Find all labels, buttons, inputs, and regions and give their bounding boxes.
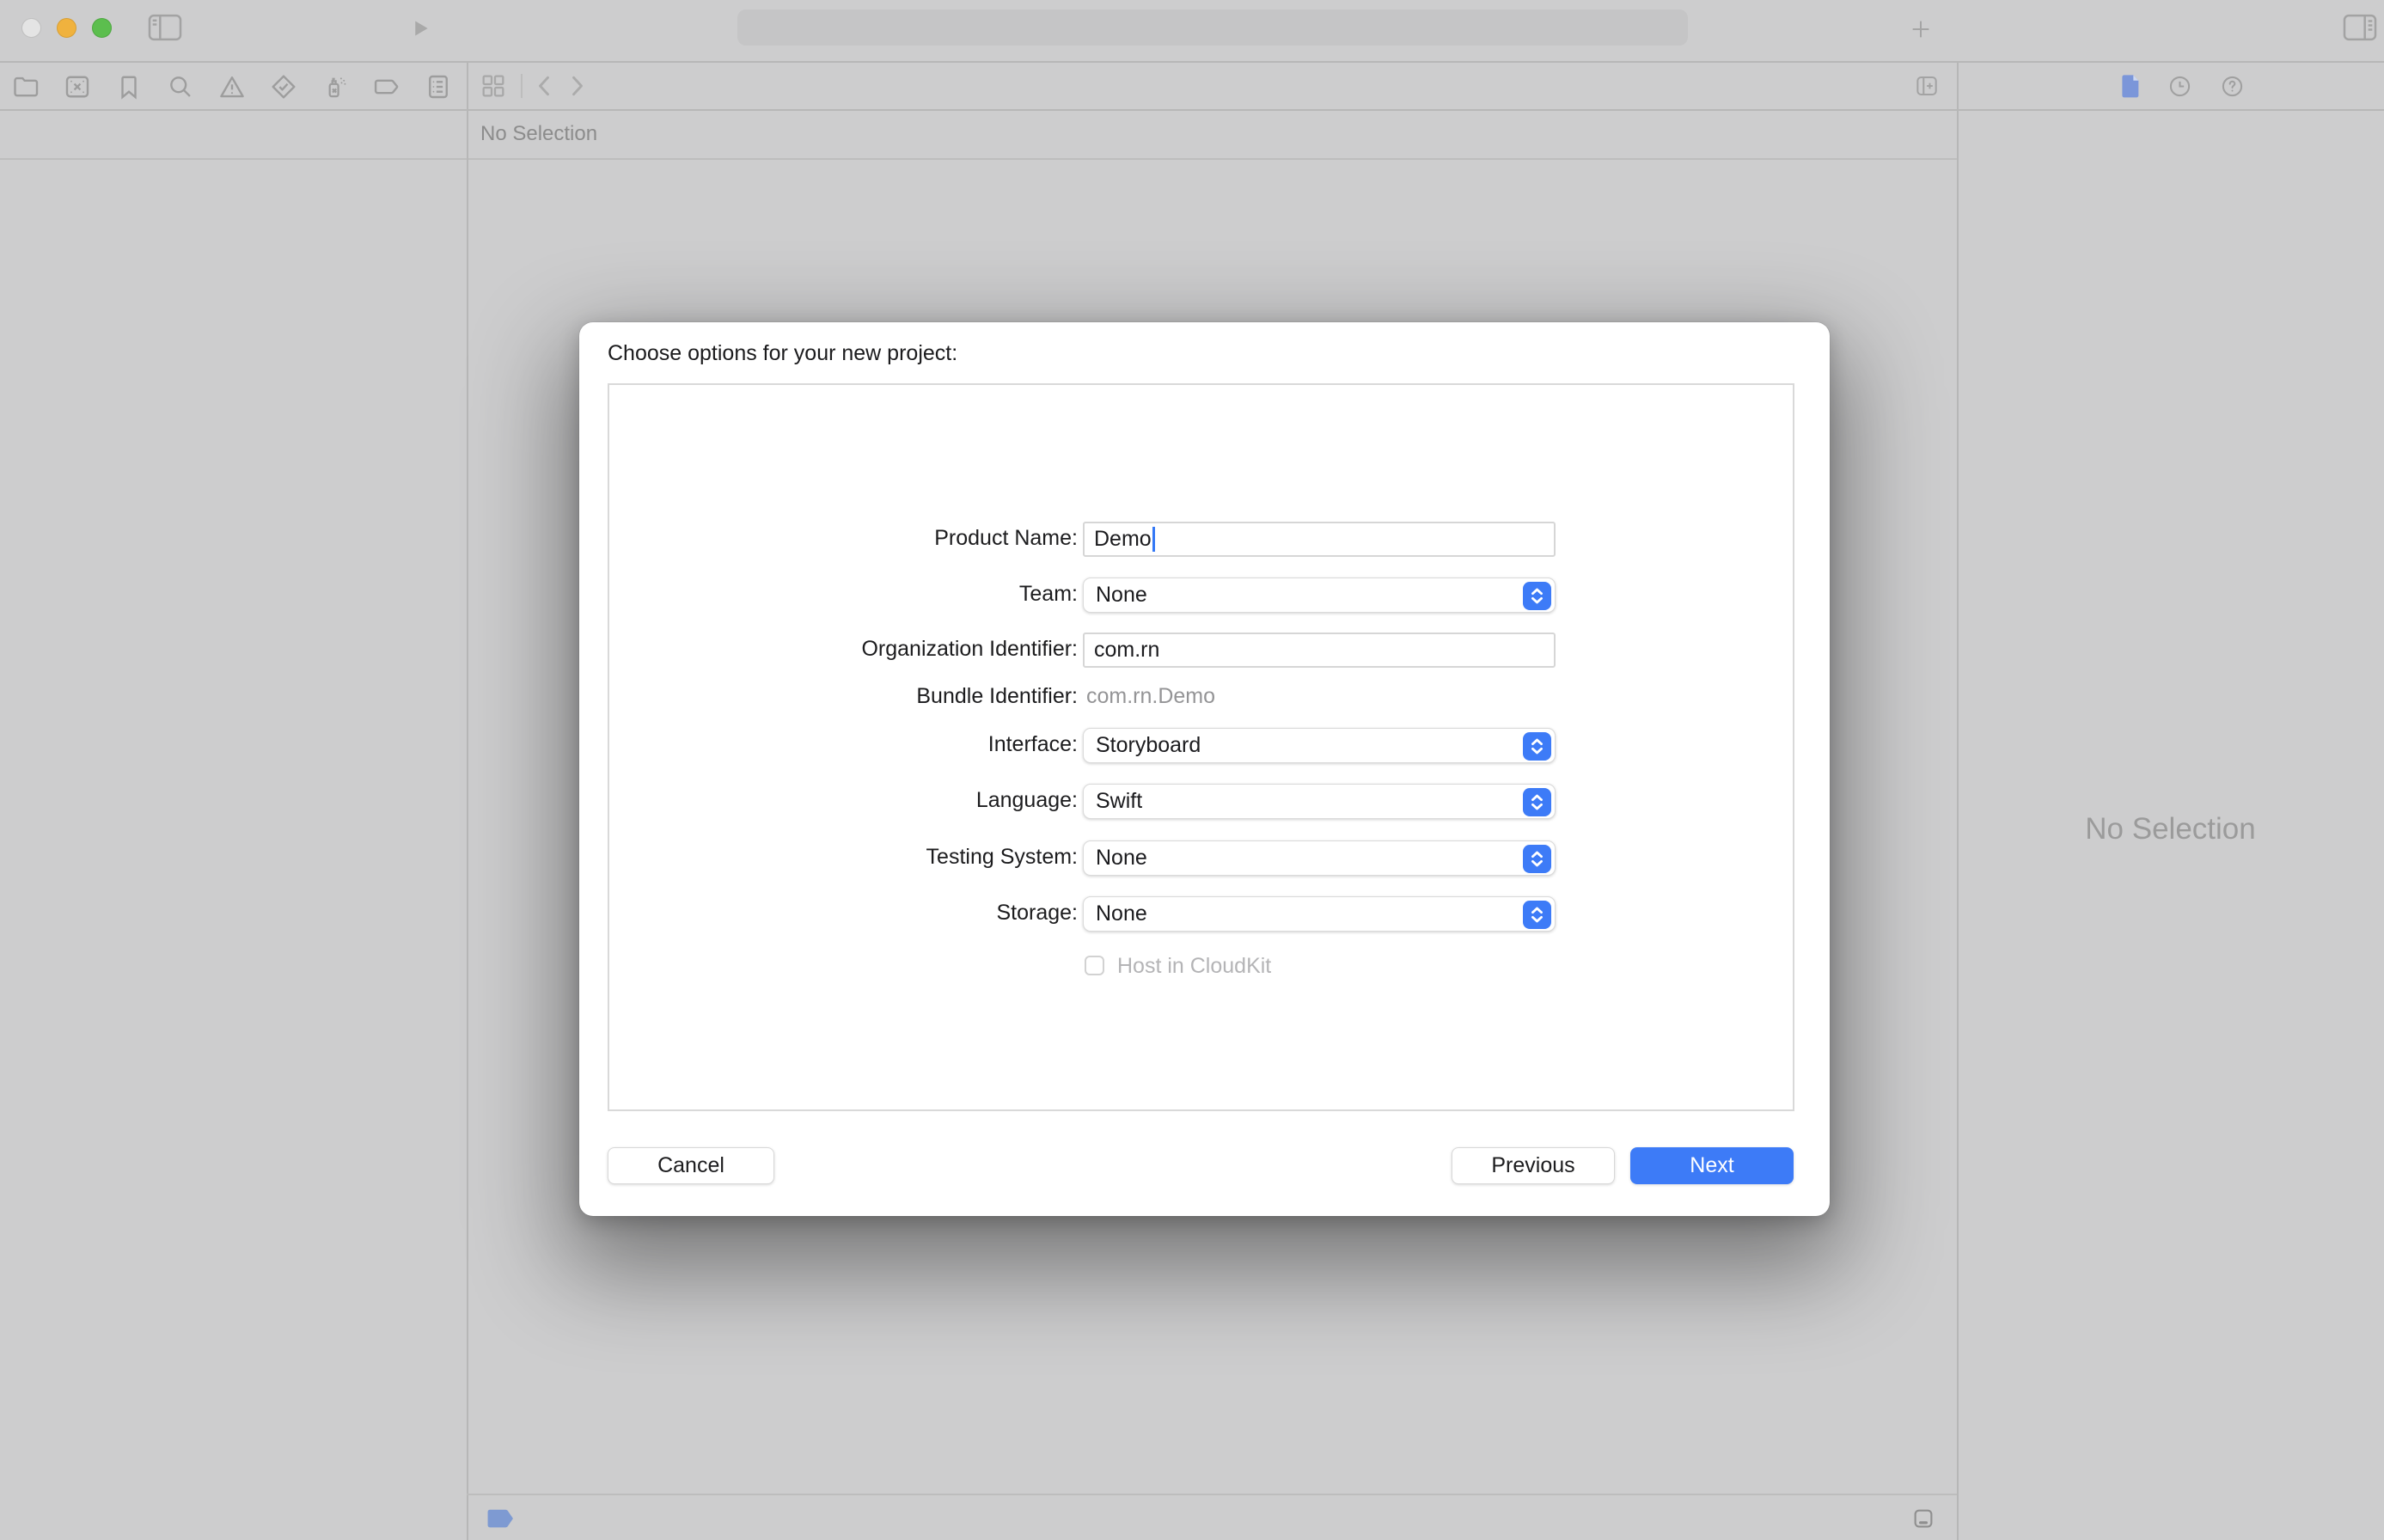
window-close-button[interactable]	[21, 18, 41, 38]
editor-bottom-bar-toggle-icon[interactable]	[1910, 1506, 1936, 1531]
related-items-icon[interactable]	[480, 72, 507, 100]
bundle-identifier-label: Bundle Identifier:	[631, 684, 1078, 709]
organization-identifier-field[interactable]: com.rn	[1083, 632, 1556, 668]
team-popup[interactable]: None	[1083, 578, 1556, 613]
product-name-label: Product Name:	[631, 526, 1078, 551]
navigator-sidebar-toggle-icon[interactable]	[148, 14, 182, 41]
team-label: Team:	[631, 582, 1078, 607]
storage-label: Storage:	[631, 901, 1078, 926]
add-editor-icon[interactable]	[1913, 72, 1941, 100]
breakpoint-toggle-icon[interactable]	[486, 1508, 515, 1529]
language-popup[interactable]: Swift	[1083, 784, 1556, 819]
popup-stepper-icon	[1523, 732, 1551, 761]
team-value: None	[1096, 583, 1147, 608]
quick-help-inspector-icon[interactable]	[2219, 73, 2246, 100]
product-name-field[interactable]: Demo	[1083, 522, 1556, 557]
toolbar-activity-view	[737, 9, 1688, 46]
organization-identifier-value: com.rn	[1094, 638, 1159, 663]
debug-navigator-icon[interactable]	[320, 71, 351, 102]
host-in-cloudkit-label: Host in CloudKit	[1117, 954, 1271, 979]
window-zoom-button[interactable]	[92, 18, 112, 38]
inspector-no-selection: No Selection	[1957, 812, 2384, 846]
breakpoint-navigator-icon[interactable]	[371, 71, 402, 102]
file-inspector-icon[interactable]	[2118, 72, 2143, 100]
project-navigator-icon[interactable]	[11, 71, 42, 102]
text-caret	[1152, 527, 1155, 552]
interface-value: Storyboard	[1096, 733, 1201, 758]
product-name-value: Demo	[1094, 527, 1152, 552]
host-in-cloudkit-checkbox[interactable]	[1085, 956, 1104, 975]
storage-value: None	[1096, 901, 1147, 926]
language-value: Swift	[1096, 789, 1142, 814]
popup-stepper-icon	[1523, 845, 1551, 873]
testing-system-popup[interactable]: None	[1083, 840, 1556, 876]
source-control-navigator-icon[interactable]	[62, 71, 93, 102]
test-navigator-icon[interactable]	[268, 71, 299, 102]
window-minimize-button[interactable]	[57, 18, 76, 38]
testing-system-label: Testing System:	[631, 845, 1078, 870]
interface-label: Interface:	[631, 732, 1078, 757]
popup-stepper-icon	[1523, 901, 1551, 929]
cancel-button[interactable]: Cancel	[608, 1147, 774, 1184]
go-back-icon[interactable]	[533, 73, 555, 99]
storage-popup[interactable]: None	[1083, 896, 1556, 932]
report-navigator-icon[interactable]	[423, 71, 454, 102]
popup-stepper-icon	[1523, 582, 1551, 610]
language-label: Language:	[631, 788, 1078, 813]
jumpbar-separator	[521, 74, 523, 98]
bookmark-navigator-icon[interactable]	[113, 71, 144, 102]
popup-stepper-icon	[1523, 788, 1551, 816]
history-inspector-icon[interactable]	[2167, 73, 2193, 100]
jumpbar-status: No Selection	[480, 122, 597, 146]
navigator-divider[interactable]	[467, 61, 468, 1540]
new-project-options-dialog: Choose options for your new project: Pro…	[579, 322, 1830, 1216]
library-add-icon[interactable]	[1908, 16, 1934, 42]
bundle-identifier-value: com.rn.Demo	[1086, 684, 1215, 709]
inspector-sidebar-toggle-icon[interactable]	[2343, 14, 2377, 41]
interface-popup[interactable]: Storyboard	[1083, 728, 1556, 763]
organization-identifier-label: Organization Identifier:	[631, 637, 1078, 662]
previous-button[interactable]: Previous	[1452, 1147, 1615, 1184]
testing-system-value: None	[1096, 846, 1147, 871]
xcode-window: No Selection No Selection Choose options…	[0, 0, 2384, 1540]
go-forward-icon[interactable]	[566, 73, 589, 99]
issue-navigator-icon[interactable]	[217, 71, 248, 102]
find-navigator-icon[interactable]	[165, 71, 196, 102]
next-button[interactable]: Next	[1630, 1147, 1794, 1184]
inspector-divider[interactable]	[1957, 61, 1959, 1540]
run-button[interactable]	[410, 17, 431, 40]
dialog-title: Choose options for your new project:	[608, 341, 957, 366]
